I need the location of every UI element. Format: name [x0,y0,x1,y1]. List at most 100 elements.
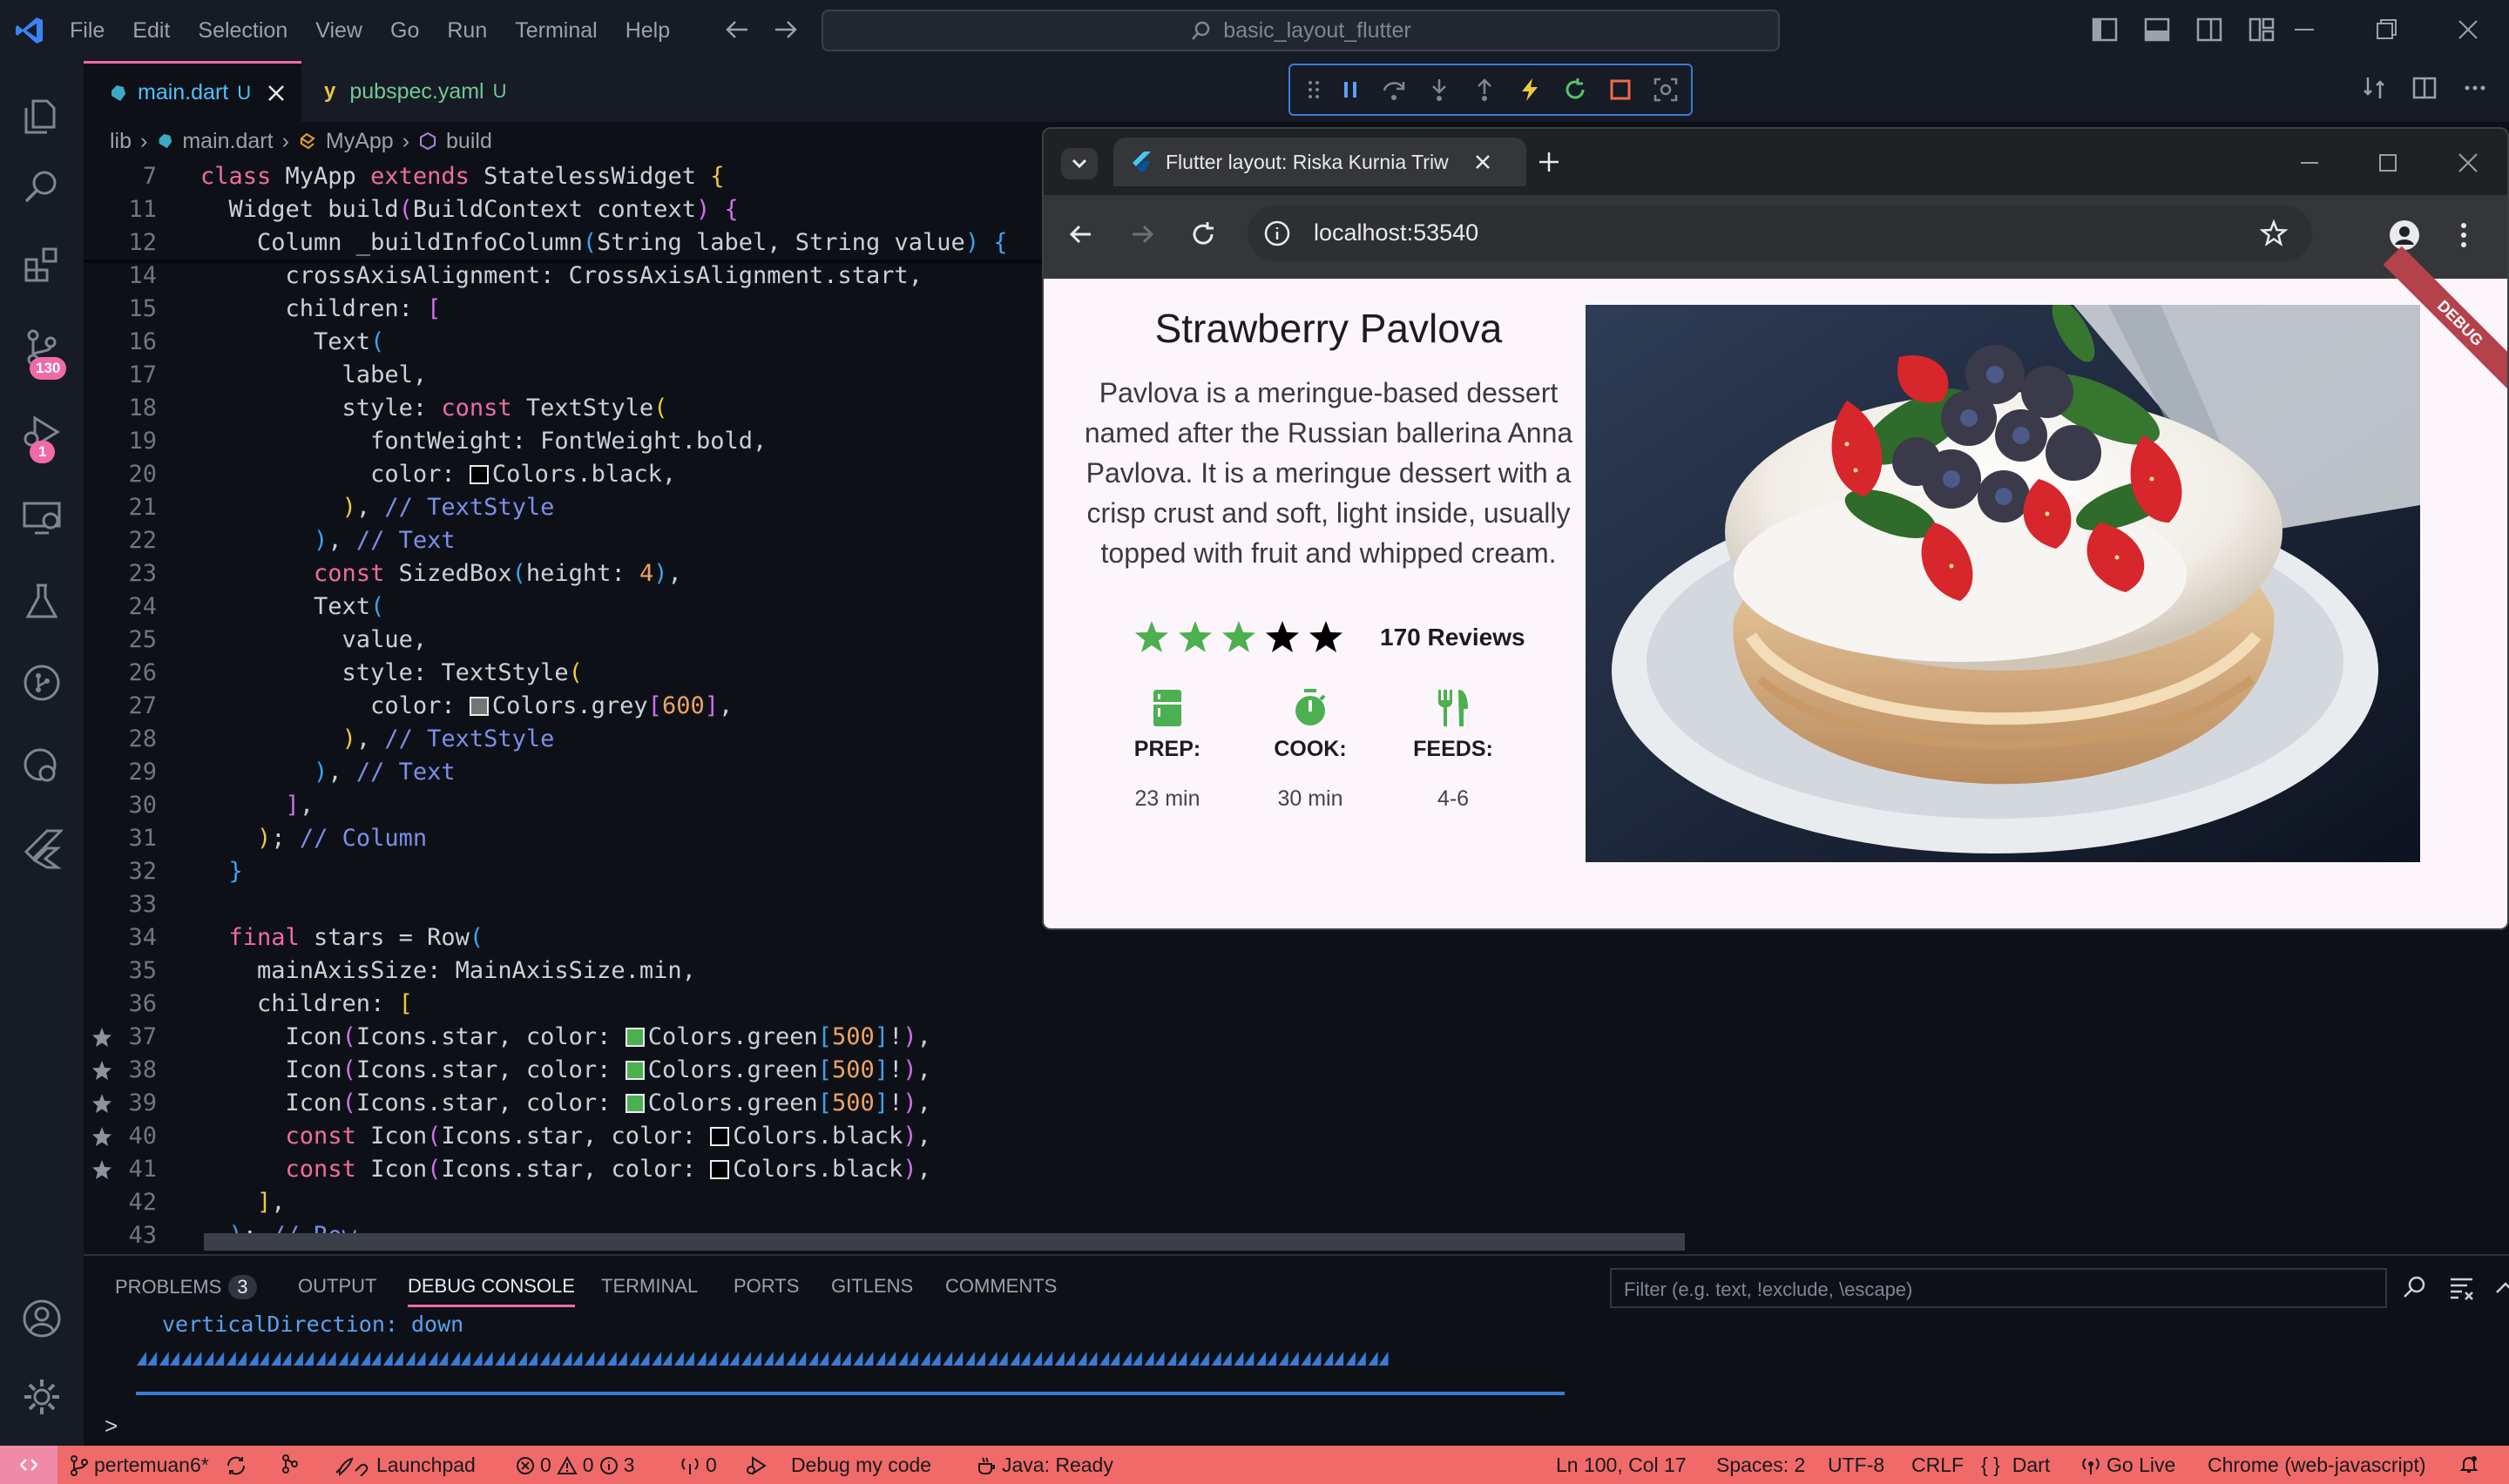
pause-icon[interactable] [1339,78,1362,101]
tab-output[interactable]: OUTPUT [298,1275,376,1298]
search-icon[interactable] [21,165,63,207]
close-window-icon[interactable] [2455,16,2481,44]
browser-back-icon[interactable] [1066,219,1096,249]
hot-reload-icon[interactable] [1517,77,1543,103]
gitlens-icon[interactable] [21,662,63,704]
branch-indicator[interactable]: pertemuan6* [70,1454,247,1477]
clear-console-icon[interactable] [2448,1275,2476,1301]
step-into-icon[interactable] [1426,77,1452,103]
cursor-position[interactable]: Ln 100, Col 17 [1556,1454,1687,1477]
sync-icon[interactable] [225,1455,247,1476]
line-ending[interactable]: CRLF [1911,1454,1964,1477]
horizontal-scrollbar[interactable] [204,1233,1685,1251]
site-info-icon[interactable] [1263,219,1291,247]
menu-run[interactable]: Run [447,18,487,44]
step-out-icon[interactable] [1471,77,1498,103]
explorer-icon[interactable] [21,96,63,138]
bookmark-star-icon[interactable] [2260,219,2288,247]
code-line[interactable]: 36 children: [ [84,988,1739,1021]
command-center-search[interactable]: basic_layout_flutter [822,10,1780,51]
code-line[interactable]: 35 mainAxisSize: MainAxisSize.min, [84,954,1739,988]
problems-indicator[interactable]: 0 0 3 [516,1454,634,1477]
tab-search-dropdown-icon[interactable] [1061,148,1098,179]
tab-ports[interactable]: PORTS [734,1275,799,1298]
flutter-device[interactable]: Chrome (web-javascript) [2208,1454,2426,1477]
close-tab-icon[interactable] [267,84,286,103]
tab-problems[interactable]: PROBLEMS 3 [115,1275,257,1299]
new-tab-icon[interactable] [1537,150,1561,174]
stop-icon[interactable] [1607,77,1633,103]
browser-reload-icon[interactable] [1188,219,1218,249]
menu-go[interactable]: Go [390,18,419,44]
code-line[interactable]: 39 Icon(Icons.star, color: Colors.green[… [84,1087,1739,1120]
gitlens-status[interactable] [281,1454,300,1474]
browser-minimize-icon[interactable] [2298,152,2321,174]
console-prompt[interactable]: > [105,1413,118,1440]
code-line[interactable]: 40 const Icon(Icons.star, color: Colors.… [84,1120,1739,1153]
browser-menu-icon[interactable] [2455,219,2472,251]
tab-pubspec-yaml[interactable]: y pubspec.yaml U [312,61,530,122]
code-line[interactable]: 42 ], [84,1186,1739,1219]
breadcrumb-lib[interactable]: lib [110,129,132,154]
accounts-icon[interactable] [21,1298,63,1339]
back-arrow-icon[interactable] [723,14,751,45]
tab-main-dart[interactable]: main.dart U [84,61,301,122]
menu-help[interactable]: Help [626,18,670,44]
menu-edit[interactable]: Edit [132,18,170,44]
encoding[interactable]: UTF-8 [1828,1454,1884,1477]
browser-maximize-icon[interactable] [2377,152,2399,174]
drag-handle-icon[interactable] [1308,79,1320,100]
language-mode[interactable]: { } Dart [1981,1454,2050,1477]
tab-debug-console[interactable]: DEBUG CONSOLE [408,1275,575,1307]
profile-avatar-icon[interactable] [2389,219,2420,251]
settings-gear-icon[interactable] [21,1376,63,1418]
menu-file[interactable]: File [70,18,105,44]
indentation[interactable]: Spaces: 2 [1716,1454,1805,1477]
split-editor-icon[interactable] [2411,75,2438,101]
breadcrumb-class[interactable]: MyApp [326,129,394,154]
code-line[interactable]: 41 const Icon(Icons.star, color: Colors.… [84,1153,1739,1186]
go-live-button[interactable]: Go Live [2080,1454,2175,1477]
step-over-icon[interactable] [1381,77,1407,103]
hot-restart-icon[interactable] [1562,77,1588,103]
extensions-icon[interactable] [21,244,63,286]
filter-input[interactable]: Filter (e.g. text, !exclude, \escape) [1610,1268,2387,1308]
debug-config-item[interactable]: Debug my code [746,1454,931,1477]
menu-view[interactable]: View [315,18,362,44]
browser-forward-icon[interactable] [1127,219,1157,249]
toggle-panel-icon[interactable] [2143,16,2171,44]
code-line[interactable]: 38 Icon(Icons.star, color: Colors.green[… [84,1054,1739,1087]
java-status[interactable]: Java: Ready [976,1454,1113,1477]
remote-indicator[interactable] [0,1446,57,1484]
customize-layout-icon[interactable] [2248,16,2276,44]
code-line[interactable]: 37 Icon(Icons.star, color: Colors.green[… [84,1021,1739,1054]
launchpad-item[interactable]: Launchpad [333,1454,476,1477]
tab-comments[interactable]: COMMENTS [945,1275,1057,1298]
toggle-sidebar-icon[interactable] [2091,16,2119,44]
minimize-icon[interactable] [2291,16,2317,44]
maximize-panel-icon[interactable] [2493,1277,2509,1298]
toggle-secondary-sidebar-icon[interactable] [2195,16,2223,44]
menu-terminal[interactable]: Terminal [515,18,597,44]
address-bar[interactable]: localhost:53540 [1248,206,2312,261]
gitlens-inspect-icon[interactable] [21,745,63,787]
remote-explorer-icon[interactable] [21,496,63,538]
search-icon[interactable] [2401,1273,2429,1301]
tab-gitlens[interactable]: GITLENS [831,1275,913,1298]
more-actions-icon[interactable] [2462,75,2488,101]
flutter-icon[interactable] [21,827,63,869]
close-tab-icon[interactable] [1474,153,1491,171]
browser-tab[interactable]: Flutter layout: Riska Kurnia Triw [1113,138,1526,186]
restore-icon[interactable] [2373,16,2399,44]
compare-changes-icon[interactable] [2361,75,2387,101]
widget-inspector-icon[interactable] [1653,77,1679,103]
ports-indicator[interactable]: 0 [680,1454,717,1477]
menu-selection[interactable]: Selection [198,18,287,44]
tab-terminal[interactable]: TERMINAL [601,1275,698,1298]
breadcrumb-method[interactable]: build [446,129,492,154]
notifications-indicator[interactable] [2458,1454,2479,1474]
browser-close-icon[interactable] [2457,152,2479,174]
breadcrumb-file[interactable]: main.dart [182,129,273,154]
testing-icon[interactable] [21,580,63,622]
forward-arrow-icon[interactable] [772,14,800,45]
